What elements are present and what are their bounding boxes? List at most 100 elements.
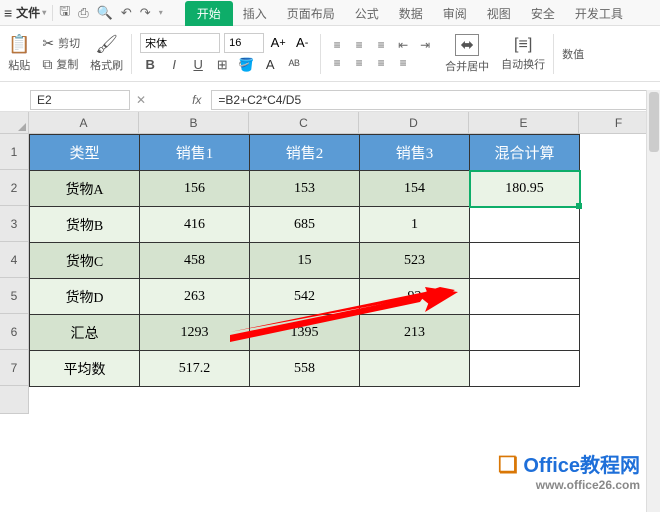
cancel-icon[interactable]: ✕ (136, 93, 146, 107)
dropdown-icon[interactable]: ▾ (159, 8, 163, 17)
row-header[interactable]: 6 (0, 314, 29, 350)
table-cell[interactable]: 263 (140, 279, 250, 315)
table-cell[interactable]: 1395 (250, 315, 360, 351)
preview-icon[interactable]: 🔍 (97, 5, 113, 21)
table-cell[interactable]: 458 (140, 243, 250, 279)
table-cell[interactable]: 货物D (30, 279, 140, 315)
table-cell[interactable]: 1 (360, 207, 470, 243)
table-cell[interactable]: 货物C (30, 243, 140, 279)
table-cell[interactable] (470, 279, 580, 315)
table-cell[interactable] (360, 351, 470, 387)
justify-icon[interactable]: ≡ (395, 56, 411, 70)
font-color-button[interactable]: A (260, 55, 280, 75)
table-cell[interactable] (470, 315, 580, 351)
table-cell[interactable]: 92 (360, 279, 470, 315)
save-icon[interactable]: 🖫 (59, 2, 70, 24)
align-center-icon[interactable]: ≡ (351, 56, 367, 70)
underline-button[interactable]: U (188, 55, 208, 75)
table-cell[interactable]: 平均数 (30, 351, 140, 387)
table-cell[interactable] (470, 351, 580, 387)
bold-button[interactable]: B (140, 55, 160, 75)
row-header[interactable] (0, 386, 29, 414)
table-cell[interactable]: 156 (140, 171, 250, 207)
undo-icon[interactable]: ↶ (121, 5, 132, 21)
indent-increase-icon[interactable]: ⇥ (417, 38, 433, 52)
row-header[interactable]: 1 (0, 134, 29, 170)
tab-security[interactable]: 安全 (521, 1, 565, 26)
table-cell[interactable] (470, 243, 580, 279)
table-cell[interactable] (470, 207, 580, 243)
table-cell[interactable]: 货物A (30, 171, 140, 207)
row-header[interactable]: 3 (0, 206, 29, 242)
table-cell[interactable]: 180.95 (470, 171, 580, 207)
cut-button[interactable]: ✂剪切 (40, 34, 82, 53)
column-header[interactable]: C (249, 112, 359, 134)
tab-view[interactable]: 视图 (477, 1, 521, 26)
tab-data[interactable]: 数据 (389, 1, 433, 26)
table-cell[interactable]: 523 (360, 243, 470, 279)
tab-layout[interactable]: 页面布局 (277, 1, 345, 26)
table-cell[interactable]: 517.2 (140, 351, 250, 387)
align-left-icon[interactable]: ≡ (329, 56, 345, 70)
italic-button[interactable]: I (164, 55, 184, 75)
redo-icon[interactable]: ↷ (140, 5, 151, 21)
table-header-cell[interactable]: 混合计算 (470, 135, 580, 171)
phonetic-button[interactable]: ᴬᴮ (284, 55, 304, 75)
table-header-cell[interactable]: 销售1 (140, 135, 250, 171)
column-header[interactable]: E (469, 112, 579, 134)
table-cell[interactable]: 542 (250, 279, 360, 315)
align-top-icon[interactable]: ≡ (329, 38, 345, 52)
column-headers: ABCDEF (29, 112, 659, 134)
tab-insert[interactable]: 插入 (233, 1, 277, 26)
format-painter-button[interactable]: 🖌 格式刷 (90, 34, 123, 73)
paste-button[interactable]: 📋 粘贴 (6, 32, 32, 75)
table-cell[interactable]: 416 (140, 207, 250, 243)
row-header[interactable]: 5 (0, 278, 29, 314)
fill-color-button[interactable]: 🪣 (236, 55, 256, 75)
border-button[interactable]: ⊞ (212, 55, 232, 75)
fx-button[interactable]: fx (186, 93, 207, 107)
align-bottom-icon[interactable]: ≡ (373, 38, 389, 52)
tab-review[interactable]: 审阅 (433, 1, 477, 26)
row-header[interactable]: 4 (0, 242, 29, 278)
table-cell[interactable]: 货物B (30, 207, 140, 243)
table-cell[interactable]: 15 (250, 243, 360, 279)
table-cell[interactable]: 汇总 (30, 315, 140, 351)
table-cell[interactable]: 558 (250, 351, 360, 387)
name-box[interactable]: E2 (30, 90, 130, 110)
indent-decrease-icon[interactable]: ⇤ (395, 38, 411, 52)
table-cell[interactable]: 1293 (140, 315, 250, 351)
clipboard-icon: 📋 (8, 34, 30, 55)
column-header[interactable]: A (29, 112, 139, 134)
row-header[interactable]: 2 (0, 170, 29, 206)
align-middle-icon[interactable]: ≡ (351, 38, 367, 52)
vertical-scrollbar[interactable] (646, 90, 660, 512)
tab-formula[interactable]: 公式 (345, 1, 389, 26)
row-header[interactable]: 7 (0, 350, 29, 386)
table-header-cell[interactable]: 销售2 (250, 135, 360, 171)
wrap-text-button[interactable]: [≡] 自动换行 (501, 36, 545, 72)
font-size-select[interactable] (224, 33, 264, 53)
font-family-select[interactable] (140, 33, 220, 53)
align-right-icon[interactable]: ≡ (373, 56, 389, 70)
column-header[interactable]: B (139, 112, 249, 134)
table-cell[interactable]: 154 (360, 171, 470, 207)
increase-font-icon[interactable]: A+ (268, 33, 288, 53)
merge-cells-button[interactable]: ⬌ 合并居中 (441, 34, 493, 74)
select-all-button[interactable] (0, 112, 29, 134)
tab-developer[interactable]: 开发工具 (565, 1, 633, 26)
table-cell[interactable]: 153 (250, 171, 360, 207)
table-cell[interactable]: 685 (250, 207, 360, 243)
table-cell[interactable]: 213 (360, 315, 470, 351)
copy-button[interactable]: ⧉复制 (40, 55, 82, 74)
number-format-button[interactable]: 数值 (562, 46, 584, 62)
tab-home[interactable]: 开始 (185, 1, 233, 26)
scroll-thumb[interactable] (649, 92, 659, 152)
formula-input[interactable]: =B2+C2*C4/D5 (211, 90, 660, 110)
column-header[interactable]: D (359, 112, 469, 134)
decrease-font-icon[interactable]: A- (292, 33, 312, 53)
print-icon[interactable]: ⎙ (78, 5, 88, 21)
table-header-cell[interactable]: 类型 (30, 135, 140, 171)
table-header-cell[interactable]: 销售3 (360, 135, 470, 171)
file-menu[interactable]: ≡ 文件 ▾ (4, 4, 46, 21)
